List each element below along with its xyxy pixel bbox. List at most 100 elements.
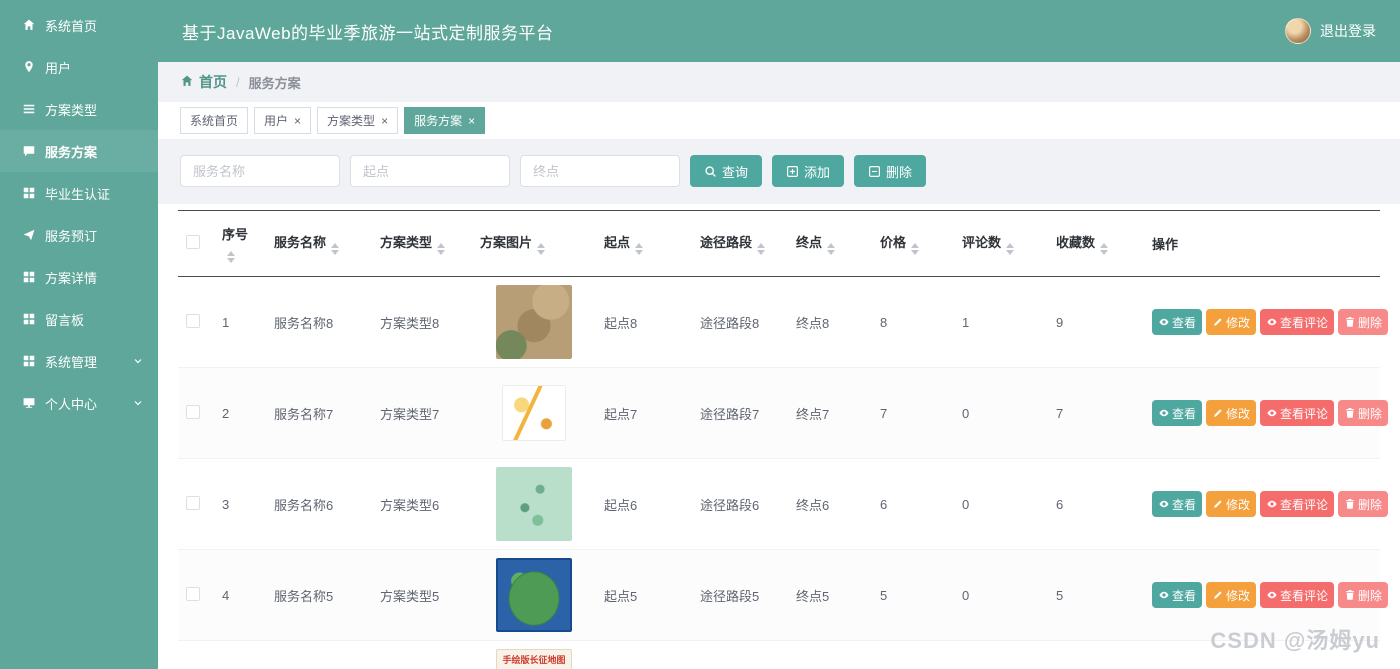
- sort-icon[interactable]: [1100, 243, 1109, 255]
- main: 基于JavaWeb的毕业季旅游一站式定制服务平台 退出登录 首页 / 服务方案 …: [158, 0, 1400, 669]
- comment-count-text: 0: [962, 496, 970, 512]
- column-header-start[interactable]: 起点: [596, 210, 692, 277]
- edit-button[interactable]: 修改: [1206, 582, 1257, 608]
- close-icon[interactable]: ×: [294, 115, 301, 127]
- service-name-input[interactable]: [180, 155, 340, 187]
- end-point-input[interactable]: [520, 155, 680, 187]
- edit-icon: [1212, 407, 1224, 419]
- delete-button[interactable]: 删除: [1338, 582, 1389, 608]
- cell-route-section: 途径路段5: [692, 549, 788, 641]
- plan-image[interactable]: [496, 558, 572, 632]
- delete-button[interactable]: 删除: [1338, 491, 1389, 517]
- table-area: 序号 服务名称 方案类型 方案图片 起点 途径路段 终点 价格 评论数 收藏数 操作 1 服务名称8 方…: [158, 204, 1400, 669]
- sidebar-item-graduate-auth[interactable]: 毕业生认证: [0, 172, 158, 214]
- sidebar-item-user[interactable]: 用户: [0, 46, 158, 88]
- tag-home[interactable]: 系统首页: [180, 107, 249, 134]
- column-header-name[interactable]: 服务名称: [266, 210, 372, 277]
- view-button[interactable]: 查看: [1152, 582, 1203, 608]
- column-header-type[interactable]: 方案类型: [372, 210, 472, 277]
- delete-button[interactable]: 删除: [1338, 400, 1389, 426]
- sort-icon[interactable]: [911, 243, 920, 255]
- cell-favorite-count: 9: [1048, 276, 1144, 368]
- avatar[interactable]: [1285, 18, 1311, 44]
- view-comments-button[interactable]: 查看评论: [1260, 491, 1335, 517]
- sort-icon[interactable]: [1006, 243, 1015, 255]
- cell-price: 6: [872, 458, 954, 550]
- view-button[interactable]: 查看: [1152, 309, 1203, 335]
- sidebar-item-plan-type[interactable]: 方案类型: [0, 88, 158, 130]
- query-button[interactable]: 查询: [690, 155, 763, 187]
- tag-user[interactable]: 用户 ×: [254, 107, 312, 134]
- logout-button[interactable]: 退出登录: [1320, 21, 1376, 41]
- row-index-text: 2: [222, 405, 230, 421]
- close-icon[interactable]: ×: [468, 115, 475, 127]
- view-button[interactable]: 查看: [1152, 491, 1203, 517]
- start-point-input[interactable]: [350, 155, 510, 187]
- sort-icon[interactable]: [437, 243, 446, 255]
- sidebar-item-plan-detail[interactable]: 方案详情: [0, 256, 158, 298]
- route-section-text: 途径路段6: [700, 497, 760, 513]
- tag-service-plan[interactable]: 服务方案 ×: [404, 107, 486, 134]
- sidebar-item-message-board[interactable]: 留言板: [0, 298, 158, 340]
- column-header-end[interactable]: 终点: [788, 210, 872, 277]
- view-comments-button-label: 查看评论: [1280, 497, 1329, 512]
- column-header-price[interactable]: 价格: [872, 210, 954, 277]
- service-plan-table: 序号 服务名称 方案类型 方案图片 起点 途径路段 终点 价格 评论数 收藏数 操作 1 服务名称8 方…: [178, 210, 1389, 669]
- close-icon[interactable]: ×: [381, 115, 388, 127]
- column-header-label: 评论数: [962, 235, 1002, 250]
- view-comments-button[interactable]: 查看评论: [1260, 582, 1335, 608]
- column-header-favorites[interactable]: 收藏数: [1048, 210, 1144, 277]
- plan-image[interactable]: [496, 467, 572, 541]
- plan-image[interactable]: [502, 385, 566, 441]
- sort-icon[interactable]: [537, 243, 546, 255]
- sidebar-item-service-booking[interactable]: 服务预订: [0, 214, 158, 256]
- sort-icon[interactable]: [331, 243, 340, 255]
- edit-button[interactable]: 修改: [1206, 309, 1257, 335]
- sidebar-item-personal-center[interactable]: 个人中心: [0, 382, 158, 424]
- edit-button[interactable]: 修改: [1206, 400, 1257, 426]
- table-row: 5服务名称4方案类型4手绘版长征地图起点4途径路段4终点4404查看修改查看评论…: [178, 640, 1380, 669]
- row-checkbox[interactable]: [186, 586, 200, 601]
- sort-icon[interactable]: [757, 243, 766, 255]
- grid-icon: [22, 186, 36, 200]
- column-header-comments[interactable]: 评论数: [954, 210, 1048, 277]
- start-point-text: 起点6: [604, 497, 638, 513]
- row-checkbox[interactable]: [186, 404, 200, 419]
- view-comments-button[interactable]: 查看评论: [1260, 400, 1335, 426]
- delete-selected-button[interactable]: 删除: [854, 155, 927, 187]
- plus-square-icon: [786, 165, 799, 178]
- cell-row-index: 2: [214, 367, 266, 459]
- add-button[interactable]: 添加: [772, 155, 845, 187]
- cell-row-index: 3: [214, 458, 266, 550]
- edit-button-label: 修改: [1226, 315, 1251, 330]
- row-checkbox[interactable]: [186, 313, 200, 328]
- sort-icon[interactable]: [635, 243, 644, 255]
- plan-image[interactable]: [496, 285, 572, 359]
- sort-icon[interactable]: [227, 251, 235, 263]
- start-point-text: 起点5: [604, 588, 638, 604]
- sidebar-item-home[interactable]: 系统首页: [0, 4, 158, 46]
- sidebar-item-system-manage[interactable]: 系统管理: [0, 340, 158, 382]
- select-all-header-cell: [178, 210, 214, 277]
- column-header-route[interactable]: 途径路段: [692, 210, 788, 277]
- view-comments-button[interactable]: 查看评论: [1260, 309, 1335, 335]
- plan-type-text: 方案类型5: [380, 588, 440, 604]
- edit-button[interactable]: 修改: [1206, 491, 1257, 517]
- breadcrumb-home[interactable]: 首页: [180, 72, 227, 92]
- column-header-index[interactable]: 序号: [214, 210, 266, 277]
- row-checkbox[interactable]: [186, 495, 200, 510]
- tag-plan-type[interactable]: 方案类型 ×: [317, 107, 399, 134]
- select-all-checkbox[interactable]: [186, 235, 200, 249]
- price-text: 7: [880, 405, 888, 421]
- table-header-row: 序号 服务名称 方案类型 方案图片 起点 途径路段 终点 价格 评论数 收藏数 操作: [178, 210, 1380, 277]
- column-header-image[interactable]: 方案图片: [472, 210, 596, 277]
- end-point-text: 终点5: [796, 588, 830, 604]
- delete-button[interactable]: 删除: [1338, 309, 1389, 335]
- plan-image[interactable]: 手绘版长征地图: [496, 649, 572, 669]
- sort-icon[interactable]: [827, 243, 836, 255]
- sidebar: 系统首页 用户 方案类型 服务方案 毕业生认证 服务预订 方案详情 留言板 系统管理 个人中心: [0, 0, 158, 669]
- view-button[interactable]: 查看: [1152, 400, 1203, 426]
- grid-icon: [22, 270, 36, 284]
- start-point-text: 起点8: [604, 315, 638, 331]
- sidebar-item-service-plan[interactable]: 服务方案: [0, 130, 158, 172]
